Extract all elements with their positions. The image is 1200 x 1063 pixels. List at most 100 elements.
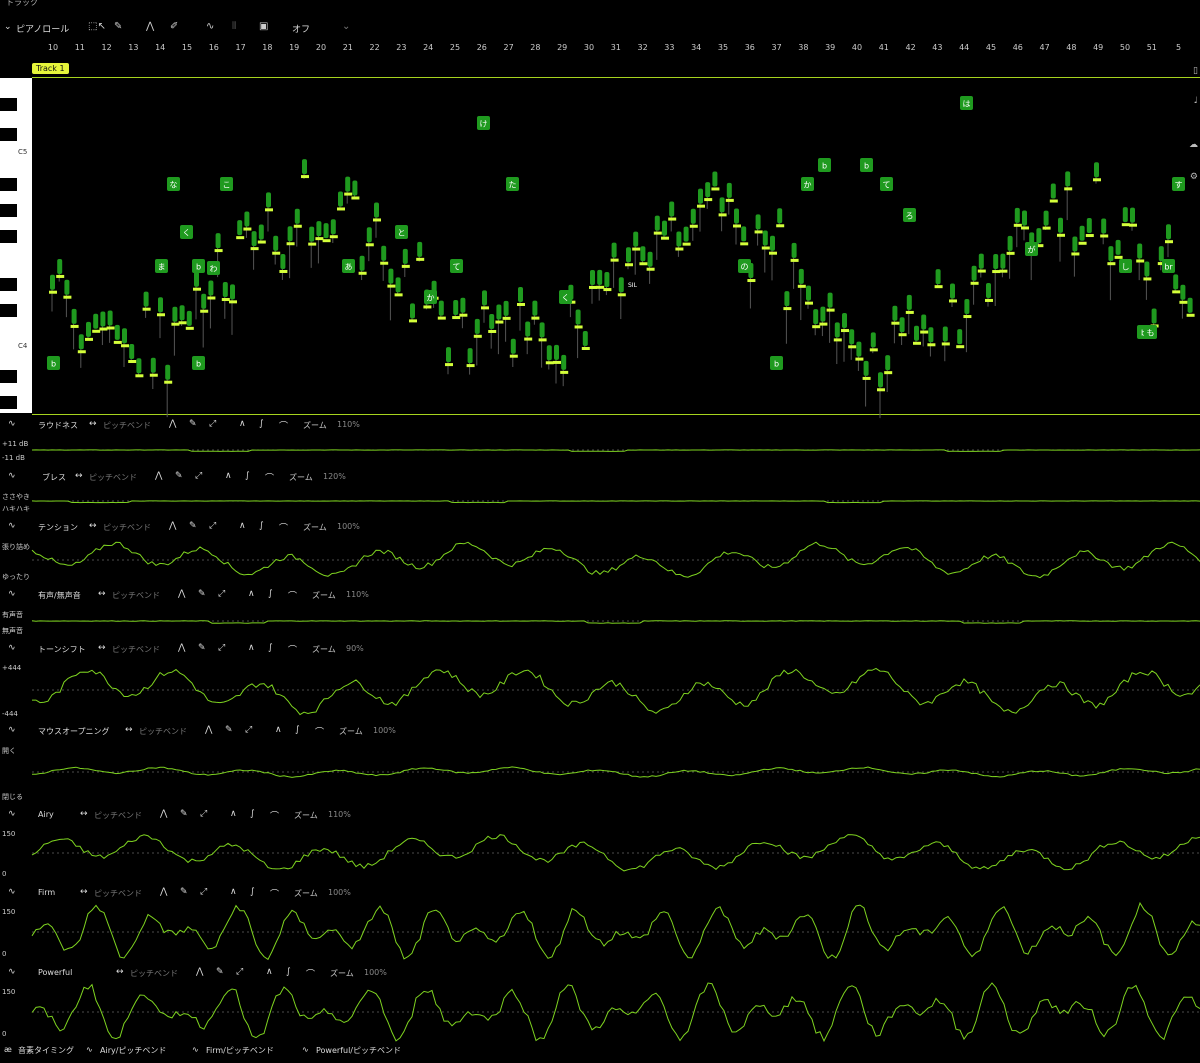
lyric-note[interactable]: b	[860, 158, 873, 172]
lane-curve[interactable]	[31, 604, 1200, 638]
ramp-tool-icon[interactable]: ∫	[286, 967, 291, 977]
black-key[interactable]	[0, 304, 17, 317]
pitchbend-label[interactable]: ピッチベンド	[94, 888, 142, 899]
swap-icon[interactable]: ↔	[89, 521, 97, 531]
pencil-icon[interactable]: ✎	[175, 471, 183, 481]
line-tool-icon[interactable]: ⤢	[236, 967, 243, 977]
line-tool-icon[interactable]: ⤢	[200, 887, 207, 897]
lane-curve[interactable]	[32, 740, 1200, 804]
lyric-note[interactable]: b	[192, 356, 205, 370]
pencil-icon[interactable]: ✎	[189, 521, 197, 531]
line-tool-icon[interactable]: ⤢	[218, 643, 225, 653]
pencil-icon[interactable]: ✎	[198, 643, 206, 653]
pencil-icon[interactable]: ✎	[180, 809, 188, 819]
lyric-note[interactable]: し	[1119, 259, 1132, 273]
lane-title[interactable]: テンション	[38, 522, 78, 533]
peak-tool-icon[interactable]: ∧	[225, 471, 232, 481]
select-curve-icon[interactable]: ⋀	[155, 471, 162, 481]
lyric-note[interactable]: く	[180, 225, 193, 239]
window-icon[interactable]: ▣	[259, 21, 268, 32]
lane-curve-icon[interactable]: ∿	[8, 521, 16, 531]
select-curve-icon[interactable]: ⋀	[169, 521, 176, 531]
lyric-note[interactable]: て	[880, 177, 893, 191]
curve-pencil-icon[interactable]: ✐	[170, 21, 178, 32]
black-key[interactable]	[0, 278, 17, 291]
track-label[interactable]: Track 1	[32, 63, 69, 74]
lyric-note[interactable]: の	[738, 259, 751, 273]
select-curve-icon[interactable]: ⋀	[205, 725, 212, 735]
zoom-value[interactable]: 100%	[364, 968, 387, 977]
pitchbend-label[interactable]: ピッチベンド	[94, 810, 142, 821]
black-key[interactable]	[0, 396, 17, 409]
lyric-note[interactable]: た	[506, 177, 519, 191]
swap-icon[interactable]: ↔	[98, 589, 106, 599]
select-curve-icon[interactable]: ⋀	[160, 809, 167, 819]
ramp-tool-icon[interactable]: ∫	[245, 471, 250, 481]
lane-curve-icon[interactable]: ∿	[8, 725, 16, 735]
lyric-note[interactable]: が	[1025, 242, 1038, 256]
lyric-note[interactable]: く	[559, 290, 572, 304]
lane-curve[interactable]	[31, 982, 1200, 1043]
lane-title[interactable]: マウスオープニング	[38, 726, 110, 737]
lane-curve[interactable]	[32, 658, 1200, 722]
line-tool-icon[interactable]: ⤢	[245, 725, 252, 735]
lane-title[interactable]: ラウドネス	[38, 420, 78, 431]
pencil-icon[interactable]: ✎	[180, 887, 188, 897]
bottom-tab[interactable]: Firm/ピッチベンド	[206, 1045, 274, 1056]
pitchbend-label[interactable]: ピッチベンド	[112, 644, 160, 655]
piano-roll-grid[interactable]: b まなく b わこ b あとかてけたくの b b か b てろはがし b も br す SIL	[32, 78, 1200, 419]
zoom-value[interactable]: 90%	[346, 644, 364, 653]
pitchbend-label[interactable]: ピッチベンド	[139, 726, 187, 737]
peak-tool-icon[interactable]: ∧	[248, 643, 255, 653]
bottom-tab[interactable]: Powerful/ピッチベンド	[316, 1045, 401, 1056]
pitchbend-label[interactable]: ピッチベンド	[89, 472, 137, 483]
settings-icon[interactable]: ⚙	[1190, 172, 1198, 182]
lyric-note[interactable]: は	[960, 96, 973, 110]
cloud-icon[interactable]: ☁	[1189, 140, 1198, 150]
lyric-note[interactable]: ろ	[903, 208, 916, 222]
lane-curve[interactable]	[31, 901, 1200, 962]
peak-tool-icon[interactable]: ∧	[230, 887, 237, 897]
lane-curve-icon[interactable]: ∿	[8, 887, 16, 897]
vibrato-tool-icon[interactable]: ∿	[206, 21, 214, 32]
line-tool-icon[interactable]: ⤢	[218, 589, 225, 599]
lane-title[interactable]: トーンシフト	[38, 644, 86, 655]
swap-icon[interactable]: ↔	[89, 419, 97, 429]
zoom-value[interactable]: 100%	[373, 726, 396, 735]
mic-icon[interactable]: ♩	[1194, 96, 1198, 106]
swap-icon[interactable]: ↔	[98, 643, 106, 653]
arch-tool-icon[interactable]: ⌒	[288, 589, 297, 602]
line-tool-icon[interactable]: ⤢	[195, 471, 202, 481]
line-tool-icon[interactable]: ⤢	[209, 419, 216, 429]
zoom-value[interactable]: 120%	[323, 472, 346, 481]
peak-tool-icon[interactable]: ∧	[266, 967, 273, 977]
swap-icon[interactable]: ↔	[125, 725, 133, 735]
swap-icon[interactable]: ↔	[75, 471, 83, 481]
peak-tool-icon[interactable]: ∧	[239, 521, 246, 531]
peak-tool-icon[interactable]: ∧	[239, 419, 246, 429]
lyric-note[interactable]: け	[477, 116, 490, 130]
pitchbend-label[interactable]: ピッチベンド	[112, 590, 160, 601]
pitchbend-label[interactable]: ピッチベンド	[103, 420, 151, 431]
lane-curve-icon[interactable]: ∿	[8, 809, 16, 819]
lyric-note[interactable]: b	[818, 158, 831, 172]
peak-tool-icon[interactable]: ∧	[248, 589, 255, 599]
snap-chevron-icon[interactable]: ⌄	[342, 21, 350, 32]
arch-tool-icon[interactable]: ⌒	[288, 643, 297, 656]
lyric-note[interactable]: b	[192, 259, 205, 273]
chevron-down-icon[interactable]: ⌄	[4, 22, 12, 32]
select-curve-icon[interactable]: ⋀	[160, 887, 167, 897]
pitch-tool-icon[interactable]: ⋀	[146, 21, 154, 32]
black-key[interactable]	[0, 370, 17, 383]
pencil-icon[interactable]: ✎	[216, 967, 224, 977]
zoom-value[interactable]: 110%	[337, 420, 360, 429]
select-curve-icon[interactable]: ⋀	[178, 643, 185, 653]
lane-curve-icon[interactable]: ∿	[8, 471, 16, 481]
lyric-note[interactable]: す	[1172, 177, 1185, 191]
black-key[interactable]	[0, 128, 17, 141]
pencil-tool-icon[interactable]: ✎	[114, 21, 122, 32]
waveform-icon[interactable]: ⫴	[232, 21, 236, 32]
zoom-value[interactable]: 110%	[346, 590, 369, 599]
lyric-note[interactable]: も	[1144, 325, 1157, 339]
lyric-note[interactable]: ま	[155, 259, 168, 273]
